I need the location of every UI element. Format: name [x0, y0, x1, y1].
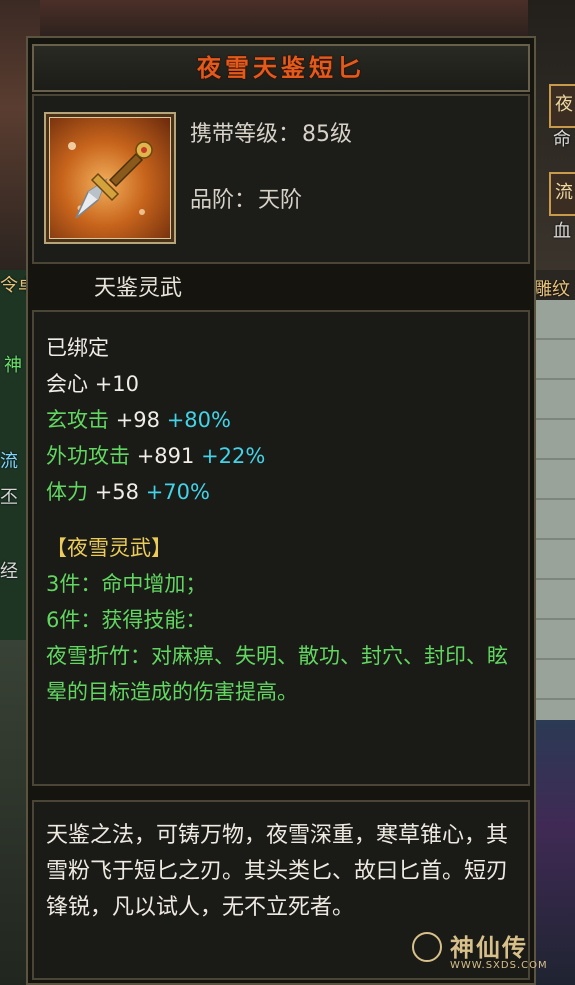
bg-text-xue: 血	[553, 221, 571, 242]
stat-value: +58	[94, 480, 140, 504]
stat-percent: +80%	[166, 408, 231, 432]
bg-button-liu[interactable]: 流	[549, 172, 575, 216]
item-grade-label: 品阶：	[190, 188, 257, 213]
set-name: 天鉴灵武	[94, 276, 183, 301]
item-name: 夜雪天鉴短匕	[197, 53, 365, 82]
stat-label: 会心	[46, 372, 88, 396]
stat-crit: 会心 +10	[46, 366, 528, 402]
stat-stamina: 体力 +58 +70%	[46, 474, 528, 510]
item-grade: 品阶：天阶	[190, 182, 302, 214]
set-bonus-6: 6件：获得技能：	[46, 608, 207, 632]
watermark-name: 神仙传	[450, 934, 528, 962]
bg-button-label: 夜	[555, 94, 573, 115]
stats-panel: 已绑定 会心 +10 玄攻击 +98 +80% 外功攻击 +891 +22% 体…	[32, 310, 530, 786]
item-header: 携带等级：85级 品阶：天阶	[32, 94, 530, 264]
set-bonus-3: 3件：命中增加；	[46, 572, 207, 596]
dagger-icon	[49, 117, 171, 239]
item-grade-value: 天阶	[258, 188, 303, 213]
lore-text: 天鉴之法，可铸万物，夜雪深重，寒草锥心，其雪粉飞于短匕之刃。其头类匕、故曰匕首。…	[46, 823, 509, 920]
bg-text-ming: 命	[553, 129, 571, 150]
bg-text-left-3: 流	[0, 451, 18, 472]
set-bonus-skill: 夜雪折竹：对麻痹、失明、散功、封穴、封印、眩晕的目标造成的伤害提高。	[46, 644, 508, 704]
set-bonus-title: 【夜雪灵武】	[46, 536, 172, 560]
bg-button-ye[interactable]: 夜	[549, 84, 575, 128]
item-icon-frame[interactable]	[44, 112, 176, 244]
item-title-bar: 夜雪天鉴短匕	[32, 44, 530, 92]
stat-outer-attack: 外功攻击 +891 +22%	[46, 438, 528, 474]
bg-text-right-1: 雕纹	[534, 280, 570, 300]
stat-label: 外功攻击	[46, 444, 130, 468]
set-name-bar: 天鉴灵武	[32, 264, 530, 310]
bg-text-left-1: 令卓	[0, 276, 26, 296]
watermark-url: WWW.SXDS.COM	[450, 960, 548, 971]
bg-text-left-4: 丕	[0, 487, 18, 508]
carry-level-value: 85级	[302, 122, 353, 147]
bg-button-label: 流	[555, 182, 573, 203]
bg-text-left-2: 神	[4, 355, 22, 376]
item-tooltip: 夜雪天鉴短匕 携带等级：85级 品阶：天阶 天鉴灵武 已绑定 会心 +10 玄攻…	[26, 36, 536, 985]
background-stone-wall	[536, 300, 575, 720]
stat-label: 玄攻击	[46, 408, 109, 432]
stat-value: +98	[115, 408, 161, 432]
stat-value: +891	[136, 444, 195, 468]
stat-label: 体力	[46, 480, 88, 504]
watermark-logo-icon	[412, 932, 442, 962]
bg-text-left-5: 经	[0, 561, 18, 582]
background-top	[40, 0, 528, 38]
stat-value: +10	[94, 372, 140, 396]
stat-percent: +70%	[145, 480, 210, 504]
carry-level: 携带等级：85级	[190, 116, 352, 148]
stat-percent: +22%	[201, 444, 266, 468]
bound-status: 已绑定	[46, 336, 109, 360]
site-watermark: 神仙传 WWW.SXDS.COM	[412, 928, 572, 980]
carry-level-label: 携带等级：	[190, 122, 301, 147]
stat-xuan-attack: 玄攻击 +98 +80%	[46, 402, 528, 438]
